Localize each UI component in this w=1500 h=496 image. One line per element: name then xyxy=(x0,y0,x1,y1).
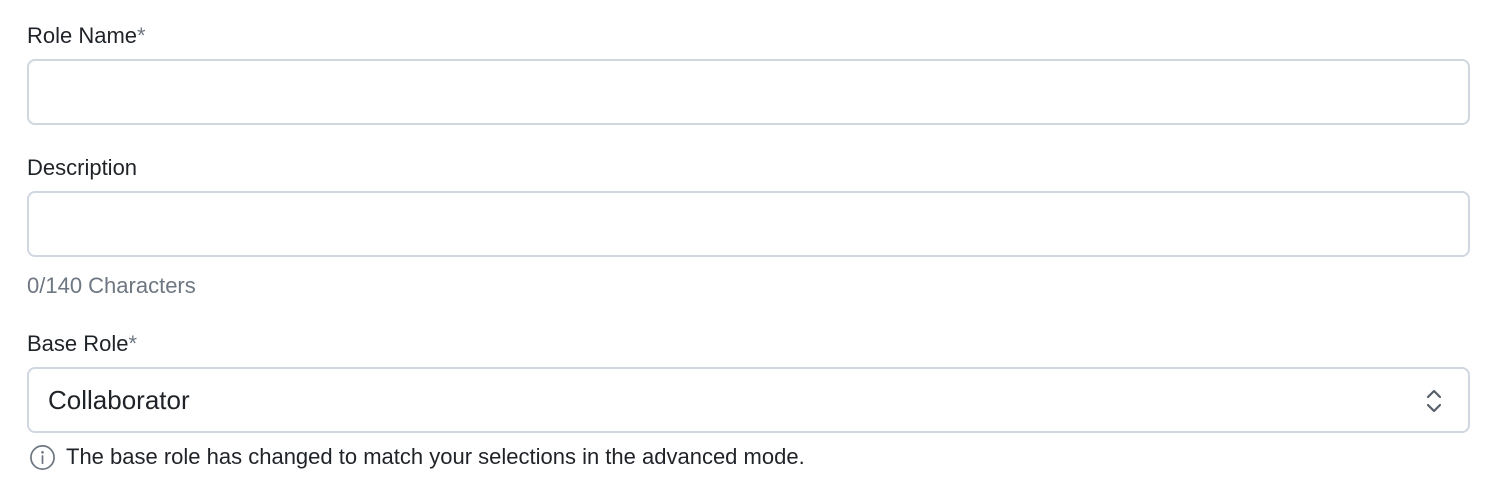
base-role-label: Base Role* xyxy=(27,330,137,358)
base-role-label-text: Base Role xyxy=(27,331,129,356)
base-role-selected-value: Collaborator xyxy=(48,385,190,415)
base-role-select[interactable]: Collaborator xyxy=(27,367,1470,433)
required-asterisk: * xyxy=(128,331,138,356)
base-role-hint-text: The base role has changed to match your … xyxy=(66,444,805,469)
base-role-hint: The base role has changed to match your … xyxy=(29,442,805,472)
description-label-text: Description xyxy=(27,155,138,180)
role-name-input[interactable] xyxy=(29,61,1468,123)
description-input[interactable] xyxy=(29,193,1468,255)
role-name-field[interactable] xyxy=(27,59,1470,125)
required-asterisk: * xyxy=(137,23,146,48)
role-name-label-text: Role Name xyxy=(27,23,138,48)
description-character-counter: 0/140 Characters xyxy=(27,273,196,298)
role-name-label: Role Name* xyxy=(27,22,146,50)
description-field[interactable] xyxy=(27,191,1470,257)
description-label: Description xyxy=(27,154,137,182)
info-icon xyxy=(30,444,55,470)
chevron-up-down-icon xyxy=(1426,389,1442,413)
